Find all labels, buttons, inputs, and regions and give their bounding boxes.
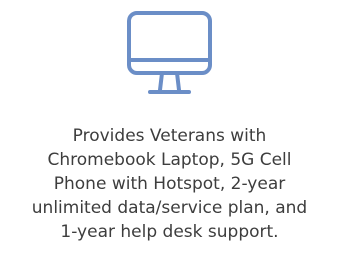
- description-line: Phone with Hotspot, 2-year: [53, 174, 286, 194]
- description-line: 1-year help desk support.: [60, 222, 279, 242]
- description-line: Provides Veterans with: [72, 126, 267, 146]
- desktop-monitor-icon: [126, 10, 213, 104]
- description-line: Chromebook Laptop, 5G Cell: [47, 150, 292, 170]
- description-line: unlimited data/service plan, and: [31, 198, 308, 218]
- feature-description: Provides Veterans with Chromebook Laptop…: [18, 124, 321, 244]
- feature-card: Provides Veterans with Chromebook Laptop…: [0, 0, 339, 257]
